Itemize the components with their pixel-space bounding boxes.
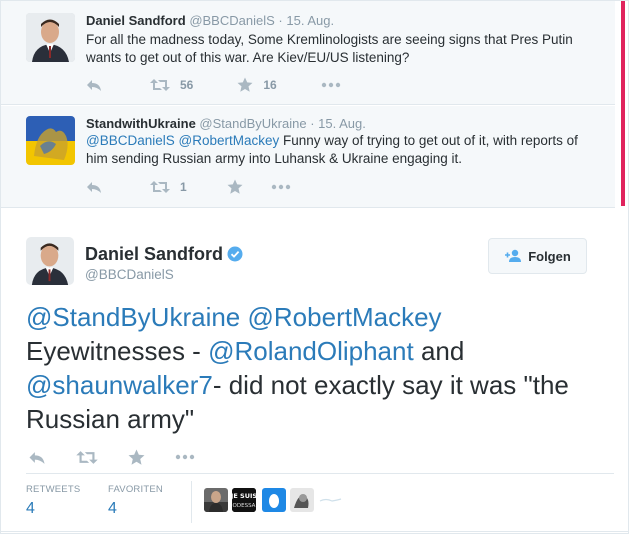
main-avatar[interactable] <box>26 237 74 285</box>
favorite-button[interactable] <box>128 449 145 466</box>
more-button[interactable] <box>175 454 195 460</box>
star-icon <box>237 77 253 92</box>
reply-button[interactable] <box>28 450 46 465</box>
star-icon <box>227 179 243 194</box>
favorite-count[interactable]: 16 <box>263 78 276 92</box>
author-name[interactable]: Daniel Sandford <box>85 244 223 264</box>
more-button[interactable] <box>321 82 341 88</box>
tweet-text: @BBCDanielS @RobertMackey Funny way of t… <box>86 132 591 168</box>
retweet-button[interactable] <box>76 450 98 465</box>
more-button[interactable] <box>271 184 291 190</box>
bottom-border <box>1 531 628 532</box>
tweet-actions: 56 16 <box>86 75 369 95</box>
retweet-button[interactable]: 1 <box>150 180 187 194</box>
tweet-header: StandwithUkraine @StandByUkraine · 15. A… <box>86 116 366 131</box>
text-segment: For all the madness today, Some Kremlino… <box>86 32 573 65</box>
retweets-stat[interactable]: RETWEETS 4 <box>26 484 80 518</box>
favorite-button[interactable]: 16 <box>237 77 277 93</box>
text-segment: and <box>413 336 465 366</box>
follow-person-icon <box>505 249 522 262</box>
separator-dot: · <box>278 13 283 28</box>
mention-link[interactable]: @BBCDanielS <box>86 133 175 148</box>
retweet-button[interactable]: 56 <box>150 78 193 92</box>
mention-link[interactable]: @RobertMackey <box>248 302 442 332</box>
retweet-icon <box>150 79 170 91</box>
author-handle[interactable]: @StandByUkraine <box>199 116 306 131</box>
more-icon <box>175 454 195 460</box>
favorites-stat[interactable]: FAVORITEN 4 <box>108 484 163 518</box>
favoriter-avatar[interactable] <box>204 488 228 512</box>
reply-icon <box>87 182 101 193</box>
favoriter-avatar[interactable] <box>262 488 286 512</box>
favorites-label: FAVORITEN <box>108 484 163 495</box>
separator-dot: · <box>310 116 315 131</box>
mention-link[interactable]: @RolandOliphant <box>208 336 414 366</box>
reply-icon <box>29 451 45 464</box>
avatar[interactable] <box>26 13 75 62</box>
reply-icon <box>87 80 101 91</box>
star-icon <box>128 449 145 465</box>
tweet-date[interactable]: 15. Aug. <box>318 116 366 131</box>
mention-link[interactable]: @RobertMackey <box>179 133 280 148</box>
stats-vertical-divider <box>191 481 192 523</box>
scroll-indicator <box>621 1 625 206</box>
text-segment: Eyewitnesses - <box>26 336 209 366</box>
je-suis-text: JE SUIS <box>232 492 256 500</box>
author-handle[interactable]: @BBCDanielS <box>189 13 274 28</box>
favoriter-avatar[interactable] <box>290 488 314 512</box>
follow-label: Folgen <box>528 248 571 264</box>
main-author-name[interactable]: Daniel Sandford <box>85 244 243 265</box>
retweet-count[interactable]: 56 <box>180 78 193 92</box>
favorite-button[interactable] <box>227 179 243 195</box>
favoriter-avatar[interactable]: JE SUIS ODESSA <box>232 488 256 512</box>
context-tweet-2[interactable]: StandwithUkraine @StandByUkraine · 15. A… <box>1 106 615 208</box>
tweet-date[interactable]: 15. Aug. <box>286 13 334 28</box>
reply-button[interactable] <box>86 180 102 194</box>
author-name[interactable]: Daniel Sandford <box>86 13 186 28</box>
retweet-icon <box>76 450 98 464</box>
more-icon <box>321 82 340 88</box>
verified-badge-icon <box>227 246 243 262</box>
mention-link[interactable]: @shaunwalker7 <box>26 370 213 400</box>
tweet-text: For all the madness today, Some Kremlino… <box>86 31 591 67</box>
main-tweet-actions <box>28 447 225 467</box>
author-name[interactable]: StandwithUkraine <box>86 116 196 131</box>
tweet-actions: 1 <box>86 177 319 197</box>
main-tweet-text: @StandByUkraine @RobertMackey Eyewitness… <box>26 300 606 436</box>
tweet-header: Daniel Sandford @BBCDanielS · 15. Aug. <box>86 13 334 28</box>
text-segment <box>240 302 247 332</box>
mention-link[interactable]: @StandByUkraine <box>26 302 240 332</box>
more-icon <box>271 184 290 190</box>
favorites-count[interactable]: 4 <box>108 500 163 518</box>
avatar[interactable] <box>26 116 75 165</box>
main-author-handle[interactable]: @BBCDanielS <box>85 267 174 282</box>
retweet-icon <box>150 181 170 193</box>
retweets-count[interactable]: 4 <box>26 500 80 518</box>
retweet-count[interactable]: 1 <box>180 180 187 194</box>
follow-button[interactable]: Folgen <box>488 238 587 274</box>
context-tweet-1[interactable]: Daniel Sandford @BBCDanielS · 15. Aug. F… <box>1 1 615 105</box>
retweets-label: RETWEETS <box>26 484 81 495</box>
reply-button[interactable] <box>86 78 102 92</box>
stats-divider <box>26 473 614 474</box>
odessa-text: ODESSA <box>233 503 256 509</box>
favoriter-avatar[interactable] <box>318 488 342 512</box>
